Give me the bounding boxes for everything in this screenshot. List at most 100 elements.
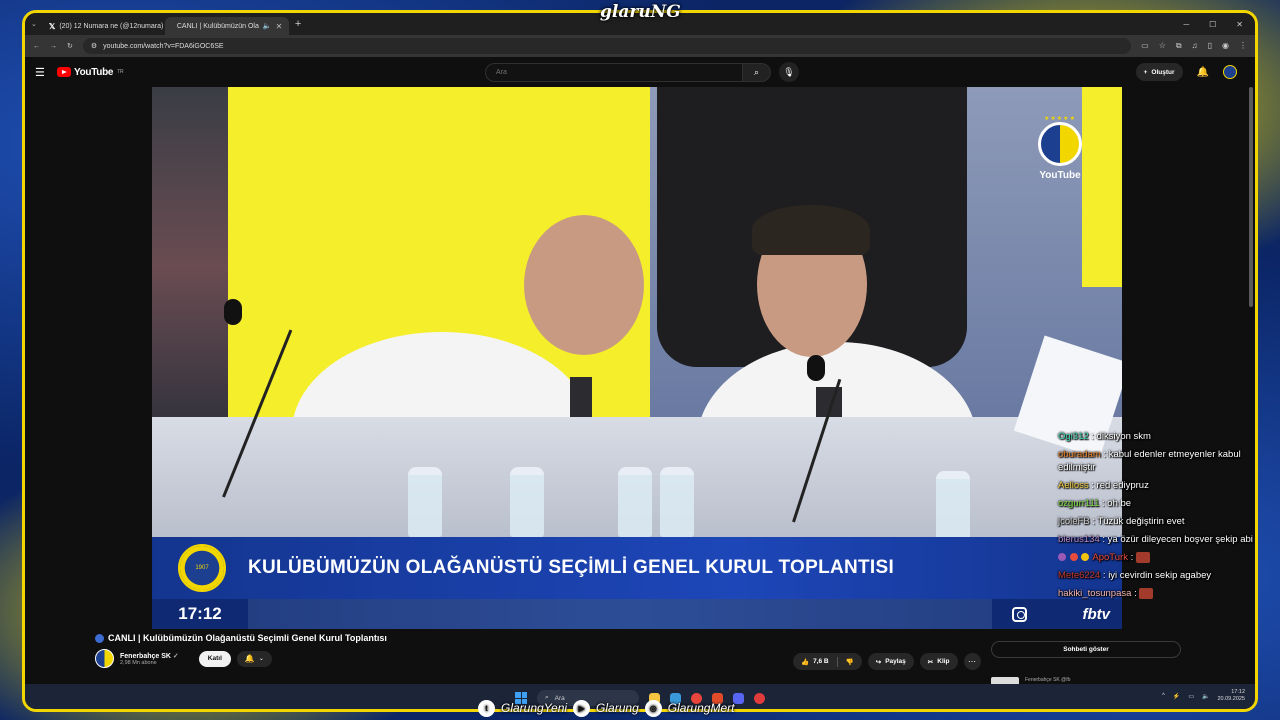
create-button[interactable]: + Oluştur [1135, 63, 1183, 81]
forward-icon[interactable]: → [50, 43, 57, 50]
back-icon[interactable]: ← [33, 43, 40, 50]
lower-third-title: KULÜBÜMÜZÜN OLAĞANÜSTÜ SEÇİMLİ GENEL KUR… [248, 557, 895, 578]
youtube-logo[interactable]: YouTube TR [57, 67, 124, 78]
video-ticker-bar: 17:12 fbtv [152, 599, 1122, 629]
broadcaster-brand: fbtv [1082, 605, 1111, 623]
maximize-icon[interactable]: ☐ [1209, 20, 1216, 29]
tab-twitter[interactable]: 𝕏 (20) 12 Numara ne (@12numara) ✕ [41, 17, 165, 35]
obs-icon[interactable] [754, 692, 765, 704]
toolbar-icons: ▭ ☆ ⧉ ♫ ▯ ◉ ⋮ [1141, 41, 1247, 51]
youtube-icon: ▶ [573, 699, 591, 717]
chat-text: ya özür dileyecen boşver şekip abi [1107, 534, 1253, 545]
search-button[interactable]: ⌕ [743, 62, 771, 82]
chat-badge-icon [1069, 553, 1078, 562]
video-bottle [660, 467, 694, 537]
chat-text: Tüzük değiştirin evet [1097, 516, 1185, 527]
chat-message: Aelioss : red ediypruz [1058, 480, 1149, 491]
account-avatar[interactable] [1223, 65, 1237, 79]
ticker-middle [248, 599, 992, 629]
cast-icon[interactable]: ▭ [1141, 41, 1149, 51]
video-scene-yellow-right [1082, 87, 1122, 287]
video-microphone-left-head [224, 299, 242, 325]
video-title-row: CANLI | Kulübümüzün Olağanüstü Seçimli G… [95, 633, 995, 643]
channel-name[interactable]: Fenerbahçe SK ✓ [120, 652, 179, 660]
page-scrollbar[interactable] [1249, 87, 1253, 307]
sidebar-icon[interactable]: ▯ [1208, 41, 1212, 51]
voice-search-button[interactable]: 🎙 [779, 62, 799, 82]
chat-message: Ogi312 : diksiyon skm [1058, 431, 1151, 442]
like-dislike-group: 👍 7,6 B 👎 [793, 653, 862, 670]
extensions-icon[interactable]: ⧉ [1176, 41, 1182, 51]
scissors-icon: ✂ [927, 658, 934, 666]
chat-user: Mete6224 [1058, 570, 1101, 581]
fenerbahce-crest-icon [1038, 122, 1082, 166]
clock-date: 20.09.2025 [1217, 696, 1245, 702]
microphone-icon: 🎙 [783, 66, 795, 77]
video-player[interactable]: ★★★★★ YouTube 1907 KULÜBÜMÜZÜN OLAĞANÜST… [152, 87, 1122, 629]
more-actions-button[interactable]: ⋯ [963, 653, 981, 670]
chat-message: Mete6224 : iyi cevirdin sekip agabey [1058, 570, 1212, 581]
new-tab-button[interactable]: + [295, 18, 301, 30]
video-bottle [618, 467, 652, 537]
subscriber-count: 2,98 Mn abone [120, 659, 157, 666]
video-bottle [408, 467, 442, 537]
chat-user: Ogi312 [1058, 431, 1089, 442]
close-icon[interactable]: ✕ [276, 22, 283, 31]
tab-label: CANLI | Kulübümüzün Ola [176, 22, 259, 30]
search-input[interactable] [485, 62, 743, 82]
divider [836, 656, 838, 667]
hamburger-menu-icon[interactable]: ☰ [35, 66, 57, 79]
minimize-icon[interactable]: ─ [1183, 20, 1189, 29]
clock[interactable]: 17:12 20.09.2025 [1217, 689, 1245, 703]
video-actions: 👍 7,6 B 👎 ↪ Paylaş ✂ Klip ⋯ [793, 653, 981, 670]
menu-kebab-icon[interactable]: ⋮ [1239, 41, 1247, 51]
discord-icon[interactable] [733, 692, 744, 704]
channel-name-text: Fenerbahçe SK [120, 652, 171, 660]
dislike-icon[interactable]: 👎 [846, 658, 854, 666]
tab-youtube[interactable]: CANLI | Kulübümüzün Ola 🔈 ✕ [164, 17, 289, 35]
share-button[interactable]: ↪ Paylaş [867, 653, 914, 670]
more-horizontal-icon: ⋯ [968, 657, 977, 666]
network-icon[interactable]: ▭ [1188, 693, 1194, 700]
show-chat-button[interactable]: Sohbeti göster [991, 641, 1181, 658]
stream-chat-overlay: Ogi312 : diksiyon skm oburadam : kabul e… [1058, 430, 1255, 605]
video-bottle [510, 467, 544, 537]
volume-icon[interactable]: 🔈 [1202, 693, 1209, 700]
channel-avatar[interactable] [95, 649, 114, 668]
chevron-down-icon: ⌄ [258, 656, 264, 662]
bookmark-star-icon[interactable]: ☆ [1159, 41, 1166, 51]
youtube-play-icon [57, 67, 71, 77]
nvidia-icon[interactable]: ⚡ [1173, 693, 1180, 700]
chat-message: ApoTurk : [1058, 551, 1255, 564]
notifications-bell-icon[interactable]: 🔔 [1197, 67, 1209, 78]
like-count[interactable]: 7,6 B [813, 658, 829, 665]
subscription-bell-button[interactable]: 🔔 ⌄ [236, 650, 272, 667]
create-label: Oluştur [1151, 68, 1175, 76]
video-lower-third: 1907 KULÜBÜMÜZÜN OLAĞANÜSTÜ SEÇİMLİ GENE… [152, 537, 1122, 599]
verified-icon: ✓ [172, 652, 179, 660]
video-person-left-head [524, 215, 644, 355]
clip-label: Klip [937, 658, 950, 665]
chat-user: Aelioss [1058, 480, 1089, 491]
social-label: GlarungMert [667, 701, 735, 715]
site-info-icon[interactable]: ⚙ [91, 42, 97, 50]
tab-search-icon[interactable]: ⌄ [31, 20, 37, 28]
speaker-icon[interactable]: 🔈 [263, 22, 272, 30]
clock-time: 17:12 [1231, 689, 1245, 695]
reload-icon[interactable]: ↻ [67, 42, 73, 50]
chat-emote-icon [1139, 587, 1154, 599]
clip-button[interactable]: ✂ Klip [919, 653, 958, 670]
url-field[interactable]: ⚙ youtube.com/watch?v=FDA6iGOC6SE [82, 38, 1132, 54]
media-controls-icon[interactable]: ♫ [1192, 41, 1198, 51]
like-icon[interactable]: 👍 [801, 658, 809, 666]
address-bar-row: ← → ↻ ⚙ youtube.com/watch?v=FDA6iGOC6SE … [25, 35, 1255, 57]
live-dot-icon [95, 633, 104, 643]
profile-icon[interactable]: ◉ [1222, 41, 1229, 51]
chat-user: jcoleFB [1058, 516, 1090, 527]
video-bottle [936, 471, 970, 541]
chat-user: ozgurr111 [1058, 498, 1100, 509]
chat-message: oburadam : kabul edenler etmeyenler kabu… [1058, 449, 1241, 473]
join-button[interactable]: Katıl [198, 650, 231, 667]
close-window-icon[interactable]: ✕ [1236, 20, 1243, 29]
chevron-up-icon[interactable]: ^ [1162, 693, 1165, 699]
